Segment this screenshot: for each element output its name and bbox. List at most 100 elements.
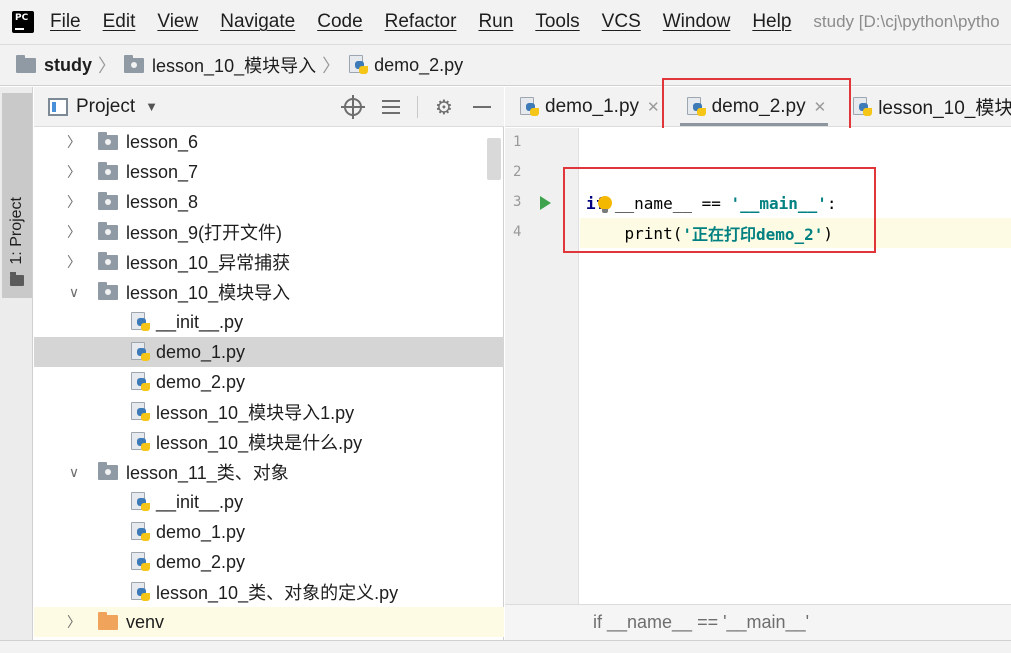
- python-file-icon: [130, 372, 150, 392]
- tree-file-item[interactable]: demo_2.py: [34, 547, 504, 577]
- tree-folder-item[interactable]: 〉 lesson_10_异常捕获: [34, 247, 504, 277]
- python-file-icon: [519, 96, 539, 117]
- tree-file-item[interactable]: lesson_10_模块是什么.py: [34, 427, 504, 457]
- python-file-icon: [130, 522, 150, 542]
- code-editor[interactable]: if __name__ == '__main__': print('正在打印de…: [580, 128, 1011, 604]
- tab-demo-1[interactable]: demo_1.py ✕: [505, 87, 672, 126]
- line-number: 3: [513, 194, 522, 210]
- project-view-title[interactable]: Project: [76, 96, 135, 118]
- close-icon[interactable]: ✕: [814, 98, 827, 116]
- code-text: ): [823, 223, 834, 243]
- chevron-right-icon[interactable]: 〉: [66, 222, 82, 242]
- chevron-right-icon[interactable]: 〉: [66, 132, 82, 152]
- tree-item-label: lesson_11_类、对象: [126, 463, 289, 483]
- menu-navigate[interactable]: Navigate: [220, 11, 295, 33]
- tree-folder-item[interactable]: ∨ lesson_10_模块导入: [34, 277, 504, 307]
- python-file-icon: [130, 432, 150, 452]
- chevron-right-icon[interactable]: 〉: [66, 252, 82, 272]
- package-folder-icon: [98, 191, 118, 210]
- project-tool-tab-label: 1: Project: [8, 197, 25, 265]
- chevron-right-icon[interactable]: 〉: [66, 192, 82, 212]
- package-folder-icon: [98, 131, 118, 150]
- tree-item-label: __init__.py: [156, 491, 244, 512]
- tree-item-label: lesson_7: [126, 161, 199, 182]
- tree-item-label: lesson_10_模块导入: [126, 283, 291, 303]
- run-icon[interactable]: [540, 196, 551, 210]
- tree-item-label: demo_2.py: [156, 551, 246, 572]
- tab-demo-2[interactable]: demo_2.py ✕: [672, 87, 839, 126]
- package-folder-icon: [98, 281, 118, 300]
- menu-tools[interactable]: Tools: [535, 11, 579, 33]
- locate-file-icon[interactable]: [341, 95, 365, 119]
- menu-edit[interactable]: Edit: [103, 11, 136, 33]
- code-line-3: if __name__ == '__main__':: [586, 188, 836, 218]
- menu-run[interactable]: Run: [478, 11, 513, 33]
- breadcrumb-label: study: [44, 54, 93, 75]
- navigation-breadcrumb: study 〉 lesson_10_模块导入 〉 demo_2.py: [0, 44, 1011, 86]
- tree-item-label: venv: [126, 611, 165, 632]
- tab-label: lesson_10_模块导: [878, 98, 1011, 119]
- tree-folder-item[interactable]: ∨ lesson_11_类、对象: [34, 457, 504, 487]
- tree-item-label: lesson_10_模块是什么.py: [156, 433, 363, 453]
- folder-icon: [16, 54, 36, 73]
- tree-file-item[interactable]: demo_1.py: [34, 517, 504, 547]
- breadcrumb-label: demo_2.py: [374, 54, 464, 75]
- breadcrumb-item-study[interactable]: study: [16, 54, 93, 76]
- python-file-icon: [686, 96, 706, 117]
- code-text: __name__ ==: [605, 193, 731, 213]
- menu-window[interactable]: Window: [663, 11, 731, 33]
- tree-file-item[interactable]: __init__.py: [34, 487, 504, 517]
- line-number: 2: [513, 164, 522, 180]
- menu-refactor[interactable]: Refactor: [385, 11, 457, 33]
- package-folder-icon: [98, 221, 118, 240]
- tree-file-item[interactable]: lesson_10_模块导入1.py: [34, 397, 504, 427]
- chevron-down-icon[interactable]: ∨: [66, 284, 82, 301]
- code-text: :: [826, 193, 837, 213]
- project-tree: 〉 lesson_6 〉 lesson_7 〉 lesson_8 〉 lesson_9(打开文…: [34, 127, 504, 637]
- tree-file-item[interactable]: demo_2.py: [34, 367, 504, 397]
- chevron-right-icon[interactable]: 〉: [66, 612, 82, 632]
- tab-lesson-10[interactable]: lesson_10_模块导: [838, 87, 1011, 126]
- chevron-down-icon[interactable]: ▼: [145, 99, 158, 114]
- python-file-icon: [130, 492, 150, 512]
- tab-label: demo_1.py: [545, 95, 640, 117]
- tab-label: demo_2.py: [711, 95, 806, 117]
- status-bar: [0, 640, 1011, 653]
- tree-item-label: demo_1.py: [156, 521, 246, 542]
- tree-folder-item[interactable]: 〉 lesson_7: [34, 157, 504, 187]
- collapse-all-icon[interactable]: [379, 95, 403, 119]
- scrollbar-thumb[interactable]: [487, 138, 501, 180]
- tree-folder-item[interactable]: 〉 lesson_9(打开文件): [34, 217, 504, 247]
- tree-item-label: lesson_9(打开文件): [126, 223, 283, 243]
- folder-icon: [10, 272, 24, 286]
- menu-code[interactable]: Code: [317, 11, 362, 33]
- tree-folder-item[interactable]: 〉 venv: [34, 607, 504, 637]
- menu-vcs[interactable]: VCS: [602, 11, 641, 33]
- tree-folder-item[interactable]: 〉 lesson_8: [34, 187, 504, 217]
- tree-file-item[interactable]: __init__.py: [34, 307, 504, 337]
- menu-help[interactable]: Help: [752, 11, 791, 33]
- tree-folder-item[interactable]: 〉 lesson_6: [34, 127, 504, 157]
- breadcrumb-item-demo-2[interactable]: demo_2.py: [348, 55, 463, 76]
- close-icon[interactable]: ✕: [647, 98, 660, 116]
- chevron-right-icon[interactable]: 〉: [66, 162, 82, 182]
- project-panel: Project ▼ ⚙ 〉 lesson_6 〉 lesson_7 〉 lesson_8 〉…: [34, 87, 504, 640]
- lightbulb-icon[interactable]: [598, 196, 612, 213]
- menu-view[interactable]: View: [157, 11, 198, 33]
- tree-item-label: lesson_10_异常捕获: [126, 253, 291, 273]
- menu-file[interactable]: File: [50, 11, 81, 33]
- pycharm-logo-icon: PC: [12, 11, 34, 33]
- gear-icon[interactable]: ⚙: [432, 95, 456, 119]
- hide-panel-icon[interactable]: [470, 95, 494, 119]
- line-number: 4: [513, 224, 522, 240]
- breadcrumb-item-lesson-10[interactable]: lesson_10_模块导入: [124, 52, 316, 78]
- python-file-icon: [130, 402, 150, 422]
- python-file-icon: [348, 55, 369, 75]
- tree-file-item[interactable]: lesson_10_类、对象的定义.py: [34, 577, 504, 607]
- chevron-down-icon[interactable]: ∨: [66, 464, 82, 481]
- tree-file-item[interactable]: demo_1.py: [34, 337, 504, 367]
- project-tool-window-tab[interactable]: 1: Project: [2, 93, 32, 298]
- editor-breadcrumb-item[interactable]: if __name__ == '__main__': [593, 612, 809, 633]
- code-string: '正在打印demo_2': [682, 225, 824, 244]
